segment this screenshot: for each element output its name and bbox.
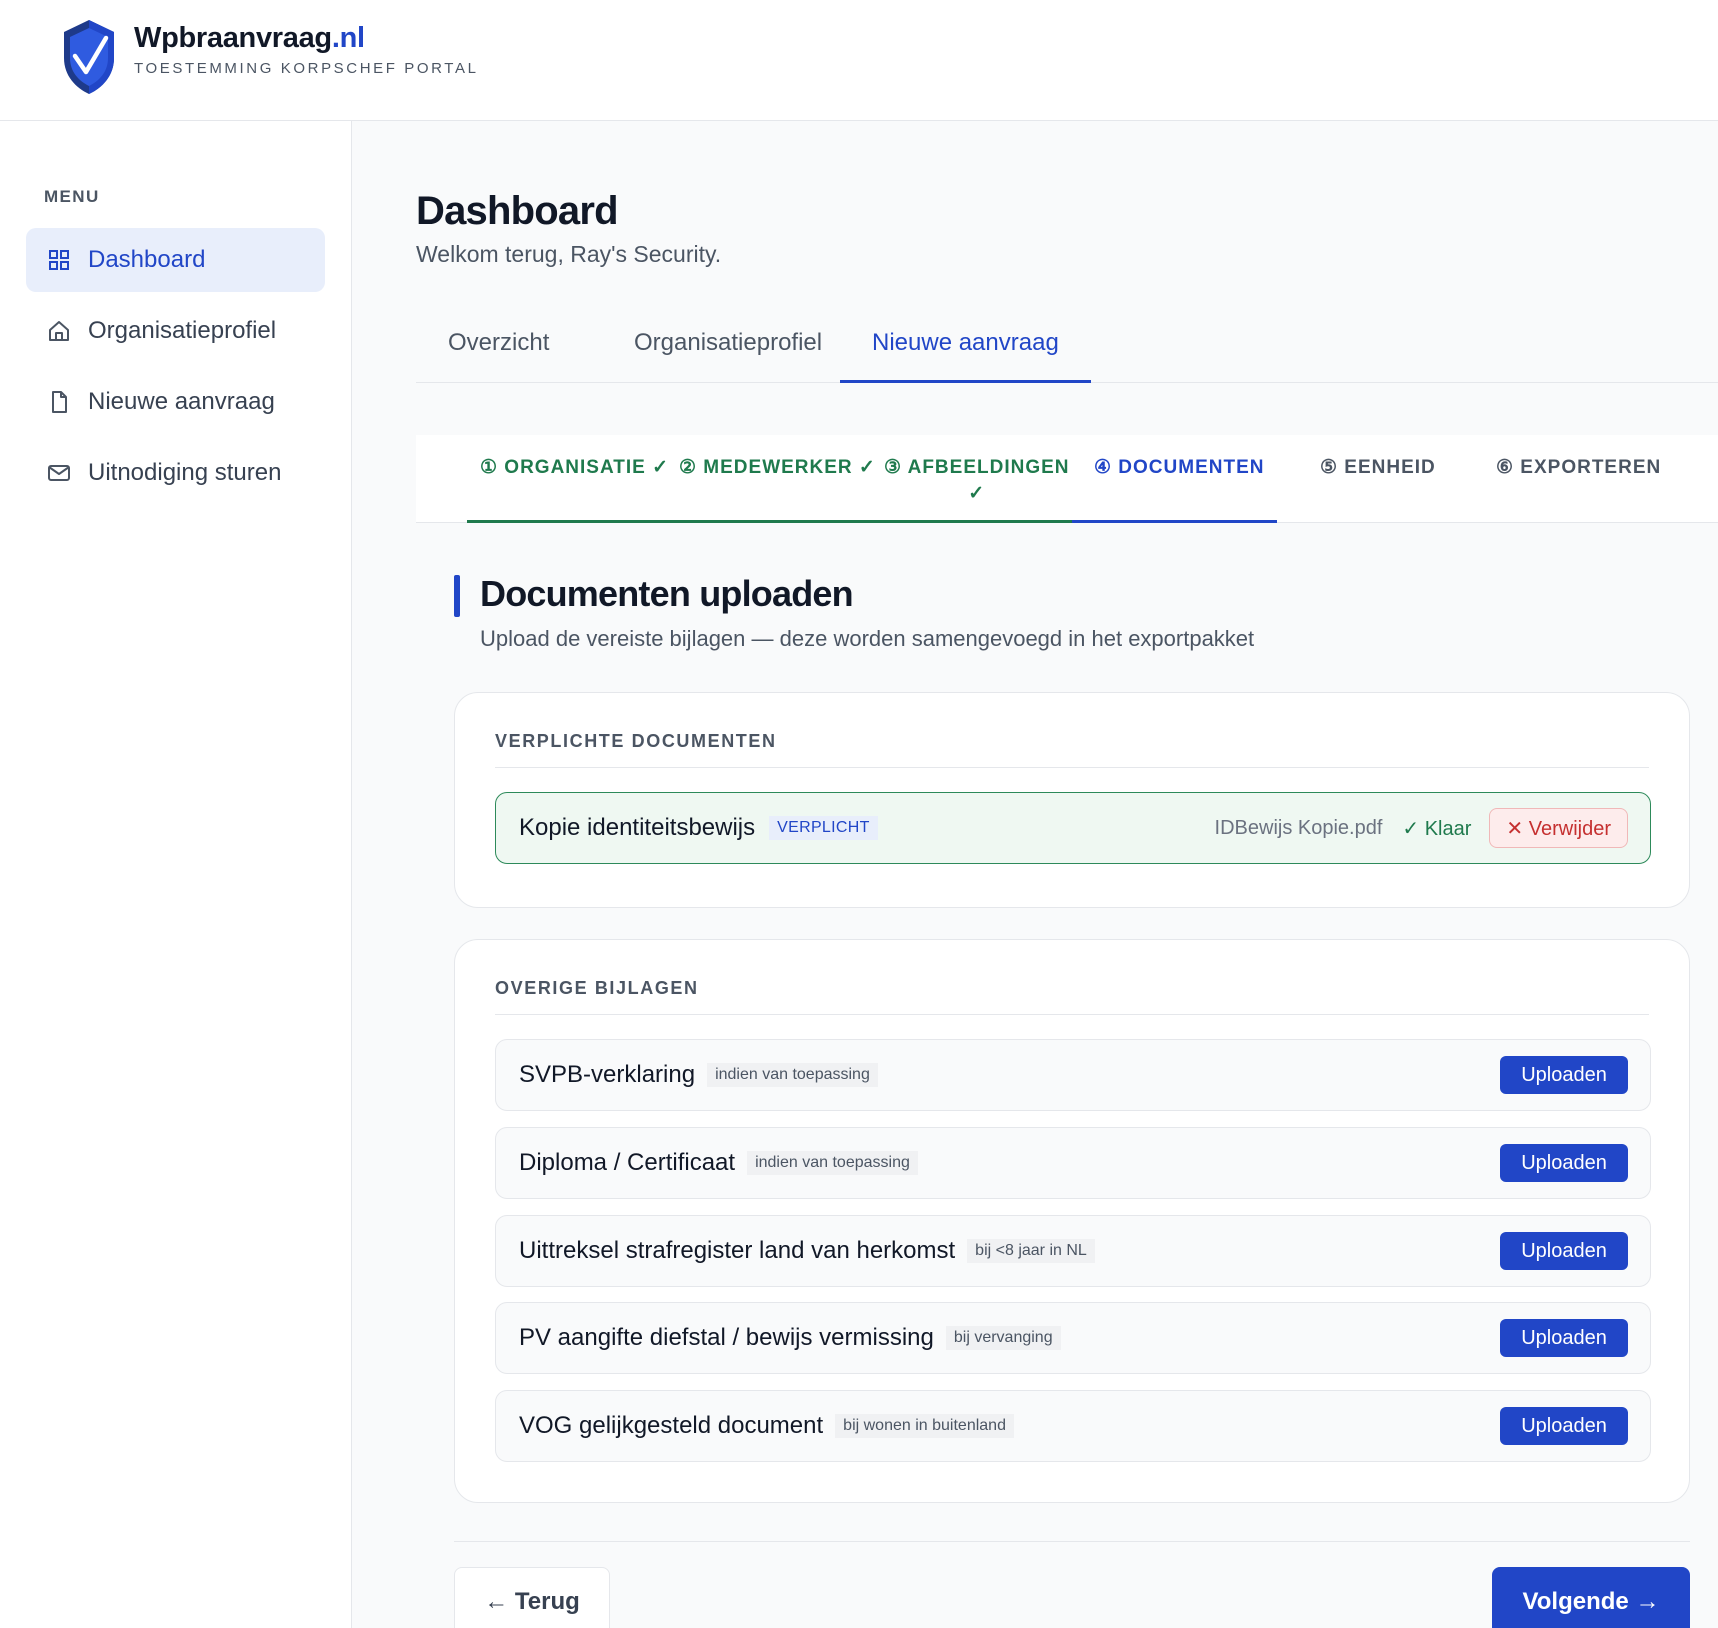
menu-label: MENU <box>44 187 100 206</box>
status-ready: ✓ Klaar <box>1402 817 1472 840</box>
tab-nieuwe-aanvraag[interactable]: Nieuwe aanvraag <box>840 315 1091 383</box>
condition-badge: bij vervanging <box>945 1326 1061 1350</box>
sidebar-item-nieuwe-aanvraag[interactable]: Nieuwe aanvraag <box>26 370 325 434</box>
divider <box>495 1014 1649 1015</box>
section-accent-bar <box>454 575 460 617</box>
sidebar-item-organisatieprofiel[interactable]: Organisatieprofiel <box>26 299 325 363</box>
wizard-stepper: ① ORGANISATIE ✓ ② MEDEWERKER ✓ ③ AFBEELD… <box>416 435 1718 523</box>
check-icon: ✓ <box>968 483 986 504</box>
upload-button[interactable]: Uploaden <box>1500 1319 1628 1357</box>
card-heading: VERPLICHTE DOCUMENTEN <box>495 731 777 751</box>
step-medewerker[interactable]: ② MEDEWERKER ✓ <box>679 455 876 481</box>
document-row: PV aangifte diefstal / bewijs vermissing… <box>495 1302 1651 1374</box>
upload-button[interactable]: Uploaden <box>1500 1056 1628 1094</box>
file-icon <box>46 389 72 415</box>
document-row: Uittreksel strafregister land van herkom… <box>495 1215 1651 1287</box>
required-documents-card: VERPLICHTE DOCUMENTEN Kopie identiteitsb… <box>454 692 1690 908</box>
sidebar-item-label: Organisatieprofiel <box>88 317 277 344</box>
uploaded-file-name[interactable]: IDBewijs Kopie.pdf <box>1215 817 1383 840</box>
top-header: Wpbraanvraag.nl TOESTEMMING KORPSCHEF PO… <box>0 0 1718 121</box>
next-button[interactable]: Volgende → <box>1492 1567 1690 1628</box>
section-subtitle: Upload de vereiste bijlagen — deze worde… <box>480 626 1255 651</box>
condition-badge: indien van toepassing <box>707 1063 878 1087</box>
page-title: Dashboard <box>416 189 619 233</box>
card-heading: OVERIGE BIJLAGEN <box>495 978 699 998</box>
section-title: Documenten uploaden <box>480 573 854 614</box>
sidebar-item-label: Nieuwe aanvraag <box>88 388 275 415</box>
document-name: SVPB-verklaring <box>519 1061 696 1088</box>
shield-check-icon <box>64 20 114 94</box>
upload-button[interactable]: Uploaden <box>1500 1232 1628 1270</box>
step-eenheid[interactable]: ⑤ EENHEID <box>1320 455 1436 481</box>
upload-button[interactable]: Uploaden <box>1500 1407 1628 1445</box>
main-content: Dashboard Welkom terug, Ray's Security. … <box>352 121 1718 1628</box>
optional-attachments-card: OVERIGE BIJLAGEN SVPB-verklaring indien … <box>454 939 1690 1503</box>
step-label: ③ AFBEELDINGEN <box>884 457 1070 478</box>
tab-bar: Overzicht Organisatieprofiel Nieuwe aanv… <box>416 315 1718 383</box>
sidebar-item-label: Uitnodiging sturen <box>88 459 282 486</box>
step-progress-done <box>467 520 1072 523</box>
home-icon <box>46 318 72 344</box>
document-name: VOG gelijkgesteld document <box>519 1412 824 1439</box>
footer-divider <box>454 1541 1690 1542</box>
page-subtitle: Welkom terug, Ray's Security. <box>416 241 722 267</box>
sidebar-item-dashboard[interactable]: Dashboard <box>26 228 325 292</box>
tab-overzicht[interactable]: Overzicht <box>416 315 581 383</box>
brand-name[interactable]: Wpbraanvraag.nl <box>134 22 365 55</box>
step-afbeeldingen[interactable]: ③ AFBEELDINGEN ✓ <box>884 455 1070 507</box>
document-row: VOG gelijkgesteld document bij wonen in … <box>495 1390 1651 1462</box>
step-documenten[interactable]: ④ DOCUMENTEN <box>1094 455 1264 481</box>
mail-icon <box>46 460 72 486</box>
document-actions: IDBewijs Kopie.pdf ✓ Klaar ✕ Verwijder <box>1215 793 1628 863</box>
document-row: Diploma / Certificaat indien van toepass… <box>495 1127 1651 1199</box>
tab-organisatieprofiel[interactable]: Organisatieprofiel <box>602 315 854 383</box>
document-name: Uittreksel strafregister land van herkom… <box>519 1237 956 1264</box>
sidebar-item-label: Dashboard <box>88 246 206 273</box>
step-organisatie[interactable]: ① ORGANISATIE ✓ <box>480 455 669 481</box>
condition-badge: bij wonen in buitenland <box>835 1414 1014 1438</box>
back-button[interactable]: ← Terug <box>454 1567 610 1628</box>
remove-button[interactable]: ✕ Verwijder <box>1489 808 1628 848</box>
document-row: SVPB-verklaring indien van toepassing Up… <box>495 1039 1651 1111</box>
upload-button[interactable]: Uploaden <box>1500 1144 1628 1182</box>
grid-icon <box>46 247 72 273</box>
condition-badge: indien van toepassing <box>747 1151 918 1175</box>
document-name: PV aangifte diefstal / bewijs vermissing <box>519 1324 934 1351</box>
document-name: Kopie identiteitsbewijs <box>519 814 756 841</box>
document-name: Diploma / Certificaat <box>519 1149 736 1176</box>
condition-badge: bij <8 jaar in NL <box>967 1239 1095 1263</box>
sidebar: MENU Dashboard Organisatieprofiel Nieuwe… <box>0 121 352 1628</box>
step-exporteren[interactable]: ⑥ EXPORTEREN <box>1496 455 1661 481</box>
divider <box>495 767 1649 768</box>
step-progress-current <box>1072 520 1277 523</box>
document-row: Kopie identiteitsbewijs VERPLICHT IDBewi… <box>495 792 1651 864</box>
required-badge: VERPLICHT <box>769 816 878 840</box>
sidebar-item-uitnodiging-sturen[interactable]: Uitnodiging sturen <box>26 441 325 505</box>
brand-subtitle: TOESTEMMING KORPSCHEF PORTAL <box>134 60 479 77</box>
